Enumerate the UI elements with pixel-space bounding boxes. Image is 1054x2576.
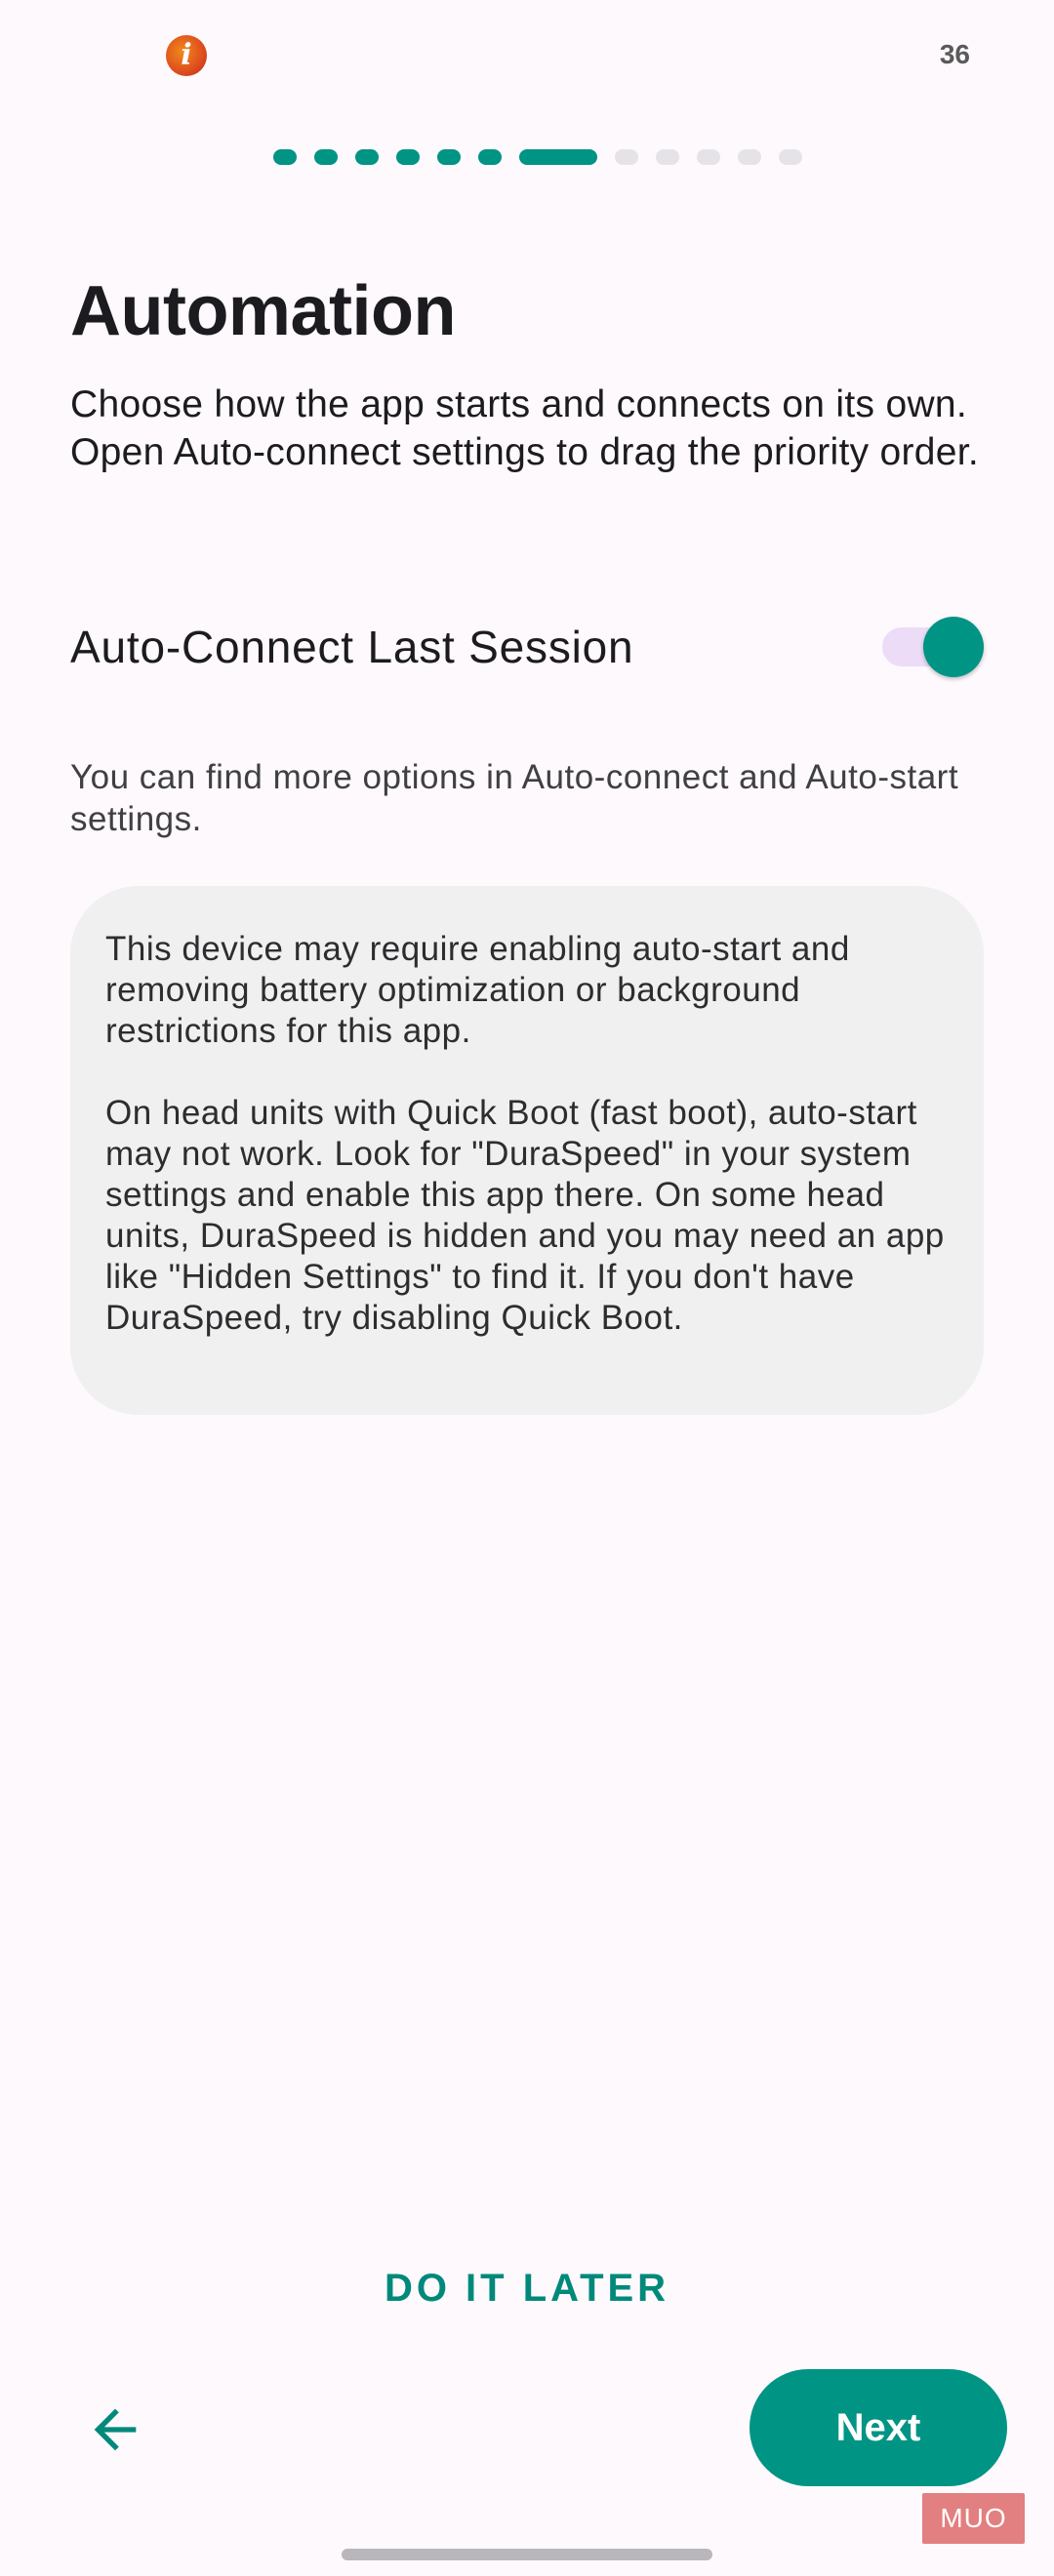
progress-step-5 [437,149,461,165]
next-button[interactable]: Next [750,2369,1007,2486]
step-progress-indicator [273,148,820,166]
arrow-left-icon [94,2408,137,2451]
page-title: Automation [70,272,456,350]
progress-step-12 [779,149,802,165]
progress-step-10 [697,149,720,165]
watermark-logo: MUO [922,2493,1025,2544]
progress-step-9 [656,149,679,165]
info-paragraph-duraspeed: On head units with Quick Boot (fast boot… [105,1094,945,1337]
settings-hint-text: You can find more options in Auto-connec… [70,758,959,838]
info-paragraph-battery: This device may require enabling auto-st… [105,930,850,1050]
auto-connect-switch[interactable] [882,617,984,677]
progress-step-1 [273,149,297,165]
onboarding-screen: i 36 Automation Choose how the app start… [0,0,1054,2576]
home-indicator[interactable] [342,2549,712,2560]
progress-step-6 [478,149,502,165]
progress-step-7 [519,149,597,165]
progress-step-3 [355,149,379,165]
back-button[interactable] [84,2398,146,2461]
progress-step-2 [314,149,338,165]
battery-level: 36 [939,39,970,69]
app-logo-icon: i [166,35,207,76]
switch-thumb [923,617,984,677]
intro-text: Choose how the app starts and connects o… [70,383,980,473]
status-bar: i 36 [0,0,1054,107]
progress-step-8 [615,149,638,165]
progress-step-11 [738,149,761,165]
do-it-later-button[interactable]: DO IT LATER [322,2254,732,2322]
info-card: This device may require enabling auto-st… [70,886,984,1415]
auto-connect-row[interactable]: Auto-Connect Last Session [70,615,984,679]
auto-connect-label: Auto-Connect Last Session [70,622,634,672]
progress-step-4 [396,149,420,165]
